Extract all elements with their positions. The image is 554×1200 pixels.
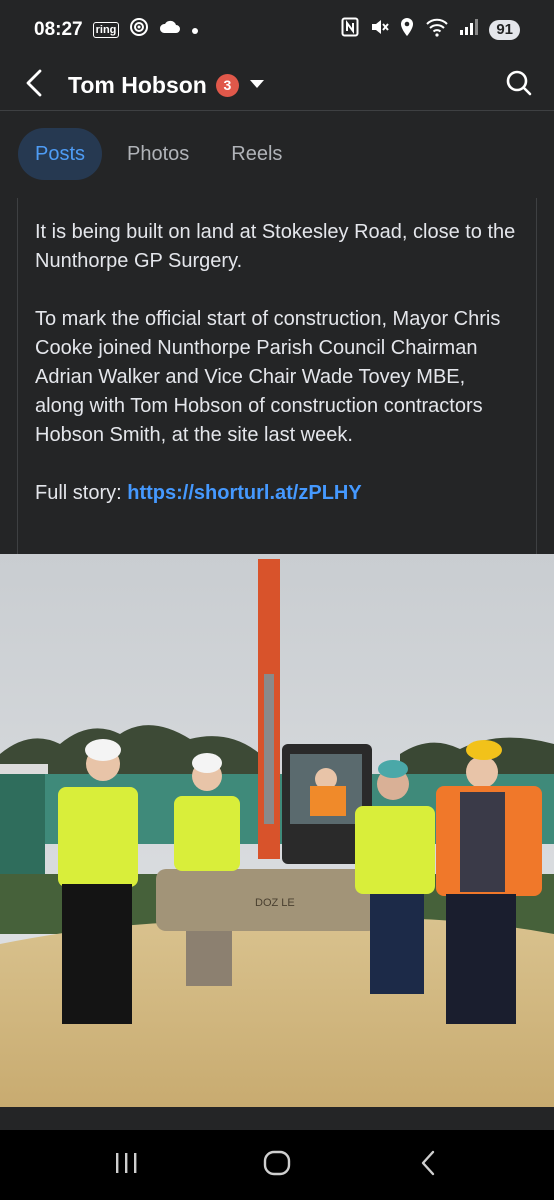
hotspot-icon [129,17,149,43]
recent-apps-button[interactable] [96,1140,156,1190]
search-icon [505,69,533,102]
cloud-icon [159,19,181,41]
post-paragraph: To mark the official start of constructi… [35,308,501,446]
feed-gap [0,1107,554,1130]
recent-apps-icon [113,1152,139,1179]
nfc-icon [341,17,359,43]
status-bar: 08:27 ring 91 [0,0,554,60]
construction-site-photo: DOZ LE [0,554,554,1107]
location-icon [399,17,415,43]
tab-reels[interactable]: Reels [214,128,299,180]
wifi-icon [425,17,449,43]
dot-icon [191,19,199,41]
tab-photos[interactable]: Photos [110,128,206,180]
system-nav-bar [0,1130,554,1200]
post-paragraph: It is being built on land at Stokesley R… [35,221,516,272]
tab-posts[interactable]: Posts [18,128,103,180]
home-icon [263,1150,291,1181]
post-photo[interactable]: DOZ LE [0,554,554,1107]
back-button[interactable] [0,60,68,110]
story-link[interactable]: https://shorturl.at/zPLHY [127,482,361,504]
full-story-line: Full story: https://shorturl.at/zPLHY [35,479,519,508]
facebook-profile-screen: 08:27 ring 91 Tom Hobson 3 Posts Photos … [0,0,554,1200]
post-text: It is being built on land at Stokesley R… [17,198,537,554]
signal-icon [459,18,479,42]
header-divider [0,110,554,111]
profile-name[interactable]: Tom Hobson [68,72,207,99]
back-arrow-icon [25,69,43,102]
search-button[interactable] [484,60,554,110]
status-time: 08:27 [34,19,83,40]
notification-badge: 3 [215,73,239,97]
back-icon [419,1150,437,1181]
profile-tabs: Posts Photos Reels [18,128,299,181]
chevron-down-icon [249,76,265,94]
full-story-label: Full story: [35,482,128,504]
profile-dropdown[interactable] [249,76,265,94]
battery-indicator: 91 [489,20,520,40]
mute-icon [369,17,390,43]
profile-header: Tom Hobson 3 [0,60,554,110]
home-button[interactable] [247,1140,307,1190]
system-back-button[interactable] [398,1140,458,1190]
bucket-text: DOZ LE [255,897,295,909]
ring-icon: ring [92,22,120,38]
